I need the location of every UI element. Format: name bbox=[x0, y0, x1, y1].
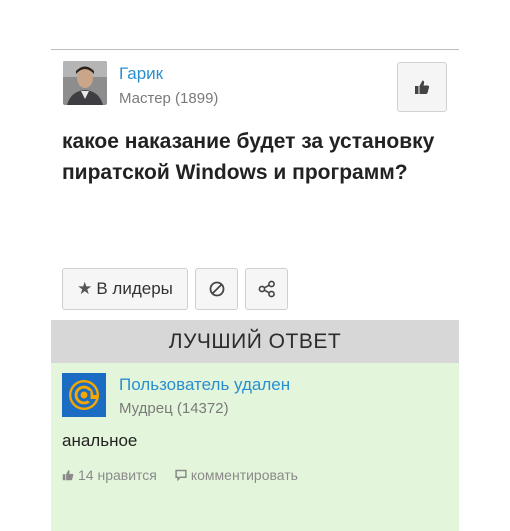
share-icon bbox=[258, 280, 275, 298]
add-to-leaders-button[interactable]: ★ В лидеры bbox=[62, 268, 188, 310]
share-button[interactable] bbox=[245, 268, 288, 310]
block-button[interactable] bbox=[195, 268, 238, 310]
author-name[interactable]: Гарик bbox=[119, 64, 163, 84]
comment-label: комментировать bbox=[190, 467, 298, 483]
comment-icon bbox=[175, 469, 187, 481]
likes-count-label: 14 нравится bbox=[78, 467, 157, 483]
answer-author-rank: Мудрец (14372) bbox=[119, 400, 229, 417]
divider bbox=[51, 49, 459, 50]
answer-text: анальное bbox=[62, 431, 138, 450]
author-rank: Мастер (1899) bbox=[119, 90, 219, 107]
like-answer-button[interactable]: 14 нравится bbox=[62, 467, 157, 483]
leader-label: В лидеры bbox=[96, 279, 173, 298]
question-card: Гарик Мастер (1899) какое наказание буде… bbox=[51, 49, 459, 531]
like-button[interactable] bbox=[397, 62, 447, 112]
question-title: какое наказание будет за установку пират… bbox=[62, 130, 435, 184]
answer-author-avatar[interactable] bbox=[62, 373, 106, 417]
best-answer-header: ЛУЧШИЙ ОТВЕТ bbox=[51, 320, 459, 363]
author-avatar[interactable] bbox=[63, 61, 107, 105]
block-icon bbox=[209, 281, 224, 297]
comment-button[interactable]: комментировать bbox=[175, 467, 298, 483]
thumbs-up-icon bbox=[415, 80, 430, 94]
thumbs-up-icon bbox=[62, 470, 74, 481]
action-bar: ★ В лидеры bbox=[62, 268, 288, 310]
answer-footer: 14 нравится комментировать bbox=[62, 467, 298, 483]
best-answer: Пользователь удален Мудрец (14372) аналь… bbox=[51, 363, 459, 531]
star-icon: ★ bbox=[77, 279, 93, 298]
at-sign-icon bbox=[69, 380, 99, 410]
answer-author-name[interactable]: Пользователь удален bbox=[119, 375, 290, 395]
